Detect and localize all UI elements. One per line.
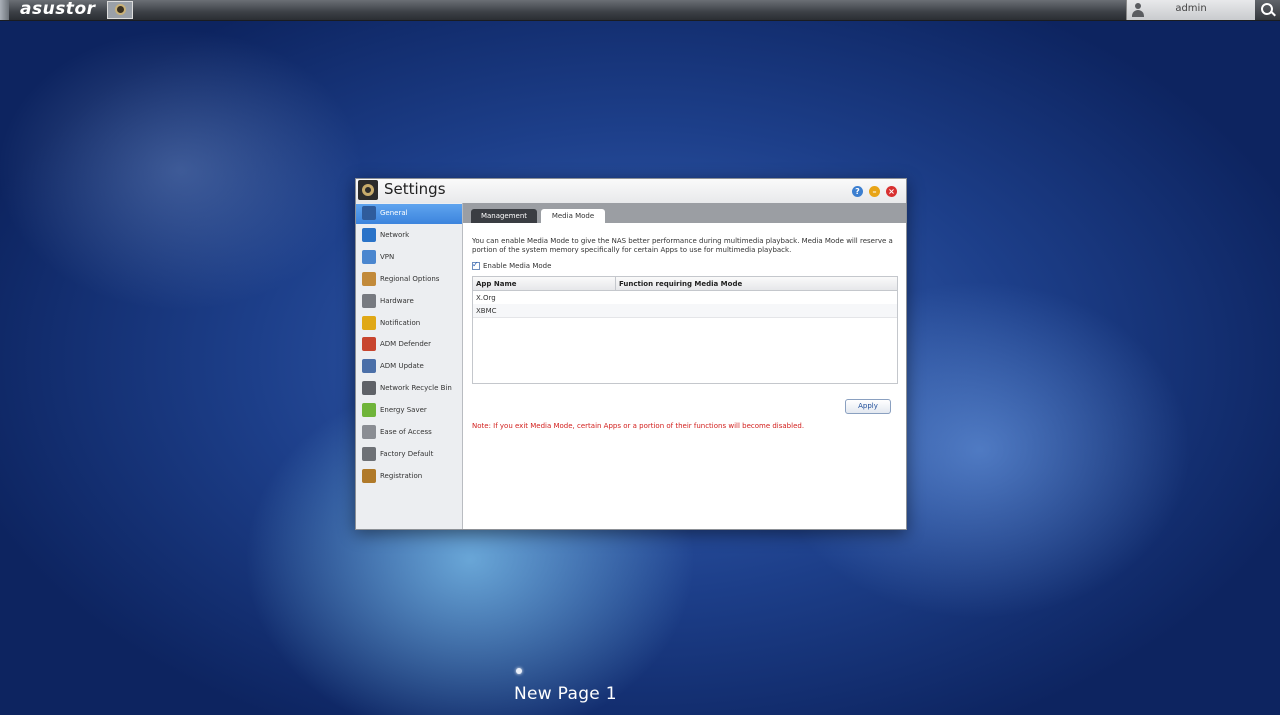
taskbar-grip[interactable] bbox=[0, 0, 9, 20]
search-icon[interactable] bbox=[1255, 0, 1280, 20]
table-row[interactable]: XBMC bbox=[473, 304, 897, 318]
firewall-icon bbox=[362, 337, 376, 352]
window-titlebar[interactable]: Settings ? – × bbox=[356, 179, 906, 203]
window-title: Settings bbox=[384, 180, 446, 198]
enable-media-mode-label[interactable]: Enable Media Mode bbox=[483, 262, 551, 270]
sidebar-item-label: Registration bbox=[380, 471, 423, 480]
settings-icon bbox=[358, 180, 378, 200]
warning-icon bbox=[362, 315, 376, 330]
settings-content: Management Media Mode You can enable Med… bbox=[463, 203, 906, 529]
user-name: admin bbox=[1175, 3, 1207, 14]
sidebar-item-label: General bbox=[380, 209, 408, 217]
sidebar-item-label: Notification bbox=[380, 318, 421, 327]
sidebar-item-adm-update[interactable]: ADM Update bbox=[356, 357, 462, 377]
sidebar-item-label: Regional Options bbox=[380, 274, 440, 283]
app-name-cell: XBMC bbox=[476, 307, 497, 315]
sidebar-item-registration[interactable]: Registration bbox=[356, 467, 462, 487]
tab-management[interactable]: Management bbox=[471, 209, 537, 223]
network-icon bbox=[362, 227, 376, 242]
column-function[interactable]: Function requiring Media Mode bbox=[619, 280, 742, 288]
sidebar-item-network[interactable]: Network bbox=[356, 226, 462, 246]
sidebar-item-vpn[interactable]: VPN bbox=[356, 248, 462, 268]
vpn-icon bbox=[362, 249, 376, 264]
sidebar-item-label: VPN bbox=[380, 252, 395, 261]
table-header: App Name Function requiring Media Mode bbox=[473, 277, 897, 291]
sidebar-item-factory-default[interactable]: Factory Default bbox=[356, 445, 462, 465]
sidebar-item-label: Energy Saver bbox=[380, 406, 427, 415]
media-mode-note: Note: If you exit Media Mode, certain Ap… bbox=[472, 422, 805, 430]
clock-icon bbox=[362, 271, 376, 286]
asustor-logo: asustor bbox=[20, 0, 96, 19]
close-icon[interactable]: × bbox=[886, 186, 897, 197]
sidebar-item-notification[interactable]: Notification bbox=[356, 314, 462, 334]
settings-window: Settings ? – × General Network VPN Regional… bbox=[355, 178, 907, 530]
ease-of-access-icon bbox=[362, 425, 376, 439]
sidebar-item-label: ADM Defender bbox=[380, 340, 431, 349]
update-icon bbox=[362, 359, 376, 374]
table-row[interactable]: X.Org bbox=[473, 291, 897, 305]
user-menu[interactable]: admin bbox=[1126, 0, 1255, 20]
column-app-name[interactable]: App Name bbox=[476, 280, 517, 288]
sidebar-item-ease-of-access[interactable]: Ease of Access bbox=[356, 423, 462, 443]
sidebar-item-label: Network Recycle Bin bbox=[380, 384, 452, 393]
sidebar-item-network-recycle-bin[interactable]: Network Recycle Bin bbox=[356, 379, 462, 399]
minimize-icon[interactable]: – bbox=[869, 186, 880, 197]
sidebar-item-label: Ease of Access bbox=[380, 428, 432, 436]
page-label: New Page 1 bbox=[514, 684, 617, 704]
sidebar-item-label: Network bbox=[380, 230, 410, 239]
taskbar: asustor admin bbox=[0, 0, 1280, 21]
app-name-cell: X.Org bbox=[476, 294, 496, 302]
undo-icon bbox=[362, 446, 376, 461]
sidebar-item-label: Factory Default bbox=[380, 449, 434, 458]
sidebar-item-label: Hardware bbox=[380, 296, 414, 305]
sidebar-item-energy-saver[interactable]: Energy Saver bbox=[356, 401, 462, 421]
general-icon bbox=[362, 206, 376, 220]
sidebar-item-adm-defender[interactable]: ADM Defender bbox=[356, 335, 462, 355]
recycle-bin-icon bbox=[362, 381, 376, 396]
tab-bar: Management Media Mode bbox=[463, 203, 906, 223]
tab-media-mode[interactable]: Media Mode bbox=[541, 209, 605, 223]
enable-media-mode-checkbox[interactable] bbox=[472, 260, 480, 270]
sidebar-item-regional-options[interactable]: Regional Options bbox=[356, 270, 462, 290]
sidebar-item-label: ADM Update bbox=[380, 362, 424, 371]
page-indicator-dot[interactable] bbox=[516, 668, 522, 674]
sidebar-item-hardware[interactable]: Hardware bbox=[356, 292, 462, 312]
apply-button[interactable]: Apply bbox=[845, 399, 891, 414]
hardware-icon bbox=[362, 293, 376, 308]
apps-table: App Name Function requiring Media Mode X… bbox=[472, 276, 898, 384]
settings-sidebar: General Network VPN Regional Options Hardwar… bbox=[356, 203, 463, 529]
energy-icon bbox=[362, 403, 376, 418]
help-icon[interactable]: ? bbox=[852, 186, 863, 197]
registration-icon bbox=[362, 468, 376, 483]
media-mode-description: You can enable Media Mode to give the NA… bbox=[472, 237, 893, 254]
settings-app-taskbar-icon[interactable] bbox=[107, 1, 133, 19]
column-divider bbox=[615, 277, 616, 290]
sidebar-item-general[interactable]: General bbox=[356, 204, 462, 224]
